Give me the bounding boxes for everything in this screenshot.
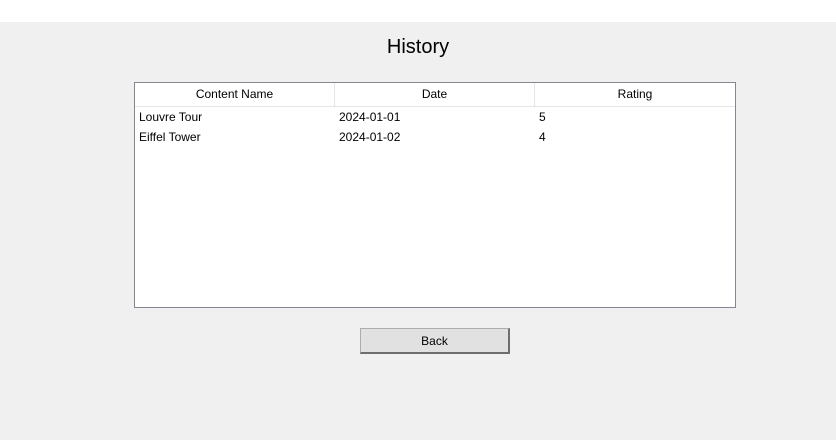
page-title: History [386, 36, 450, 58]
table-row[interactable]: Eiffel Tower 2024-01-02 4 [135, 127, 735, 147]
column-header-date[interactable]: Date [335, 83, 535, 106]
cell-date: 2024-01-02 [339, 130, 401, 144]
history-table: Content Name Date Rating Louvre Tour 202… [134, 82, 736, 308]
column-header-content-name[interactable]: Content Name [135, 83, 335, 106]
window-body: History Content Name Date Rating Louvre … [0, 22, 836, 440]
table-body: Louvre Tour 2024-01-01 5 Eiffel Tower 20… [135, 107, 735, 147]
cell-content-name: Louvre Tour [139, 110, 203, 124]
table-header: Content Name Date Rating [135, 83, 735, 107]
cell-content-name: Eiffel Tower [139, 130, 201, 144]
title-bar-strip [0, 0, 836, 22]
column-header-rating[interactable]: Rating [535, 83, 735, 106]
table-row[interactable]: Louvre Tour 2024-01-01 5 [135, 107, 735, 127]
cell-date: 2024-01-01 [339, 110, 401, 124]
cell-rating: 4 [539, 130, 546, 144]
cell-rating: 5 [539, 110, 546, 124]
back-button[interactable]: Back [360, 328, 510, 354]
